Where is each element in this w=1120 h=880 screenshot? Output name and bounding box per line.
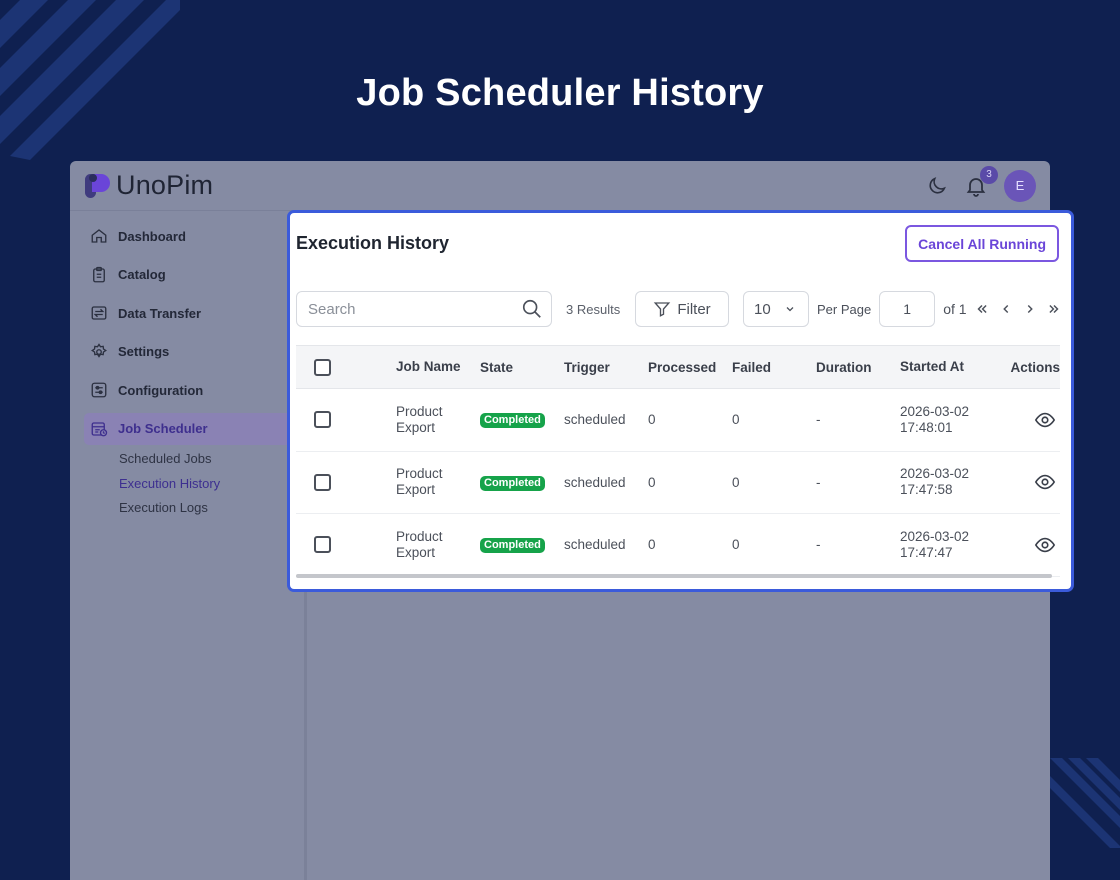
cell-job-name: Product Export xyxy=(396,403,443,435)
cell-job-name: Product Export xyxy=(396,466,443,498)
status-badge: Completed xyxy=(480,538,545,554)
row-checkbox[interactable] xyxy=(314,473,331,491)
per-page-select[interactable]: 10 xyxy=(743,291,809,327)
logo[interactable]: UnoPim xyxy=(84,170,213,201)
sidebar-item-label: Job Scheduler xyxy=(118,421,208,436)
column-header-started-at[interactable]: Started At xyxy=(900,359,1006,375)
table-row: Product Export Completed scheduled 0 0 -… xyxy=(296,389,1060,452)
column-header-state[interactable]: State xyxy=(480,360,564,375)
subnav-item-scheduled-jobs[interactable]: Scheduled Jobs xyxy=(119,447,304,472)
page-heading: Job Scheduler History xyxy=(356,72,764,114)
subnav-item-execution-history[interactable]: Execution History xyxy=(119,472,304,497)
logo-text: UnoPim xyxy=(116,170,214,200)
cell-failed: 0 xyxy=(732,537,740,553)
cancel-all-running-button[interactable]: Cancel All Running xyxy=(905,225,1059,262)
page-total: of 1 xyxy=(943,301,967,317)
cell-failed: 0 xyxy=(732,474,740,490)
cell-duration: - xyxy=(816,537,821,553)
status-badge: Completed xyxy=(480,475,545,491)
gear-icon xyxy=(91,342,107,358)
cell-started-at: 2026-03-02 17:47:58 xyxy=(900,466,970,498)
cell-duration: - xyxy=(816,412,821,428)
search-box xyxy=(296,291,552,327)
cell-started-at: 2026-03-02 17:48:01 xyxy=(900,403,970,435)
column-header-trigger[interactable]: Trigger xyxy=(564,360,648,375)
cell-failed: 0 xyxy=(732,412,740,428)
sidebar-item-configuration[interactable]: Configuration xyxy=(84,374,284,406)
sidebar-item-dashboard[interactable]: Dashboard xyxy=(84,220,284,252)
cell-trigger: scheduled xyxy=(564,412,626,428)
table-row: Product Export Completed scheduled 0 0 -… xyxy=(296,514,1060,577)
cell-job-name: Product Export xyxy=(396,528,443,560)
column-header-duration[interactable]: Duration xyxy=(816,360,900,375)
cell-processed: 0 xyxy=(648,412,656,428)
avatar[interactable]: E xyxy=(1004,169,1036,202)
scheduler-icon xyxy=(91,421,108,436)
first-page-icon[interactable] xyxy=(973,300,991,318)
results-count: 3 Results xyxy=(566,301,621,317)
transfer-icon xyxy=(91,306,107,320)
column-header-job-name[interactable]: Job Name xyxy=(396,359,480,375)
cell-processed: 0 xyxy=(648,537,656,553)
cell-started-at: 2026-03-02 17:47:47 xyxy=(900,528,970,560)
per-page-label: Per Page xyxy=(817,301,872,317)
column-header-failed[interactable]: Failed xyxy=(732,360,816,375)
eye-icon[interactable] xyxy=(1034,471,1056,493)
status-badge: Completed xyxy=(480,413,545,429)
column-header-actions: Actions xyxy=(1010,359,1060,375)
horizontal-scrollbar[interactable] xyxy=(296,574,1052,578)
pagination-controls xyxy=(973,300,1063,318)
search-input[interactable] xyxy=(308,300,498,318)
cell-trigger: scheduled xyxy=(564,474,626,490)
notification-count-badge: 3 xyxy=(980,165,998,184)
moon-icon[interactable] xyxy=(926,175,948,197)
eye-icon[interactable] xyxy=(1034,534,1056,556)
per-page-value: 10 xyxy=(754,300,771,318)
table-row: Product Export Completed scheduled 0 0 -… xyxy=(296,452,1060,514)
home-icon xyxy=(91,229,107,243)
subnav-item-execution-logs[interactable]: Execution Logs xyxy=(119,496,304,521)
cell-trigger: scheduled xyxy=(564,537,626,553)
table-toolbar: 3 Results Filter 10 Per Page of 1 xyxy=(296,290,1065,328)
sliders-icon xyxy=(91,382,107,398)
sidebar-item-data-transfer[interactable]: Data Transfer xyxy=(84,297,284,329)
column-header-processed[interactable]: Processed xyxy=(648,360,732,375)
sidebar-item-label: Catalog xyxy=(118,267,166,282)
cell-processed: 0 xyxy=(648,474,656,490)
filter-button[interactable]: Filter xyxy=(635,291,729,327)
chevron-down-icon xyxy=(786,307,794,312)
next-page-icon[interactable] xyxy=(1021,300,1039,318)
filter-icon xyxy=(654,302,671,317)
filter-label: Filter xyxy=(677,300,711,318)
sidebar-item-label: Configuration xyxy=(118,382,204,398)
decorative-stripes-bottom-right xyxy=(1050,758,1120,848)
job-scheduler-subnav: Scheduled Jobs Execution History Executi… xyxy=(70,447,304,521)
search-icon[interactable] xyxy=(521,298,543,320)
table-header: Job Name State Trigger Processed Failed … xyxy=(296,345,1060,389)
execution-history-table: Job Name State Trigger Processed Failed … xyxy=(296,345,1060,577)
app-topbar: UnoPim 3 E xyxy=(70,161,1050,211)
clipboard-icon xyxy=(93,266,105,282)
sidebar-item-label: Data Transfer xyxy=(118,305,202,321)
row-checkbox[interactable] xyxy=(314,536,331,554)
panel-title: Execution History xyxy=(296,233,450,253)
cell-duration: - xyxy=(816,474,821,490)
eye-icon[interactable] xyxy=(1034,409,1056,431)
notifications-button[interactable]: 3 xyxy=(964,165,998,198)
sidebar-item-job-scheduler[interactable]: Job Scheduler xyxy=(84,412,304,445)
sidebar-item-catalog[interactable]: Catalog xyxy=(84,259,284,291)
select-all-checkbox[interactable] xyxy=(314,358,331,376)
previous-page-icon[interactable] xyxy=(997,300,1015,318)
sidebar: Dashboard Catalog Data Transfer Settings… xyxy=(70,212,307,880)
sidebar-item-label: Settings xyxy=(118,344,170,359)
execution-history-panel: Execution History Cancel All Running 3 R… xyxy=(287,210,1074,592)
page-number-input[interactable] xyxy=(879,291,936,327)
sidebar-item-settings[interactable]: Settings xyxy=(84,336,284,368)
last-page-icon[interactable] xyxy=(1045,300,1063,318)
sidebar-item-label: Dashboard xyxy=(118,228,186,244)
unopim-logo-icon xyxy=(85,173,110,198)
row-checkbox[interactable] xyxy=(314,411,331,429)
